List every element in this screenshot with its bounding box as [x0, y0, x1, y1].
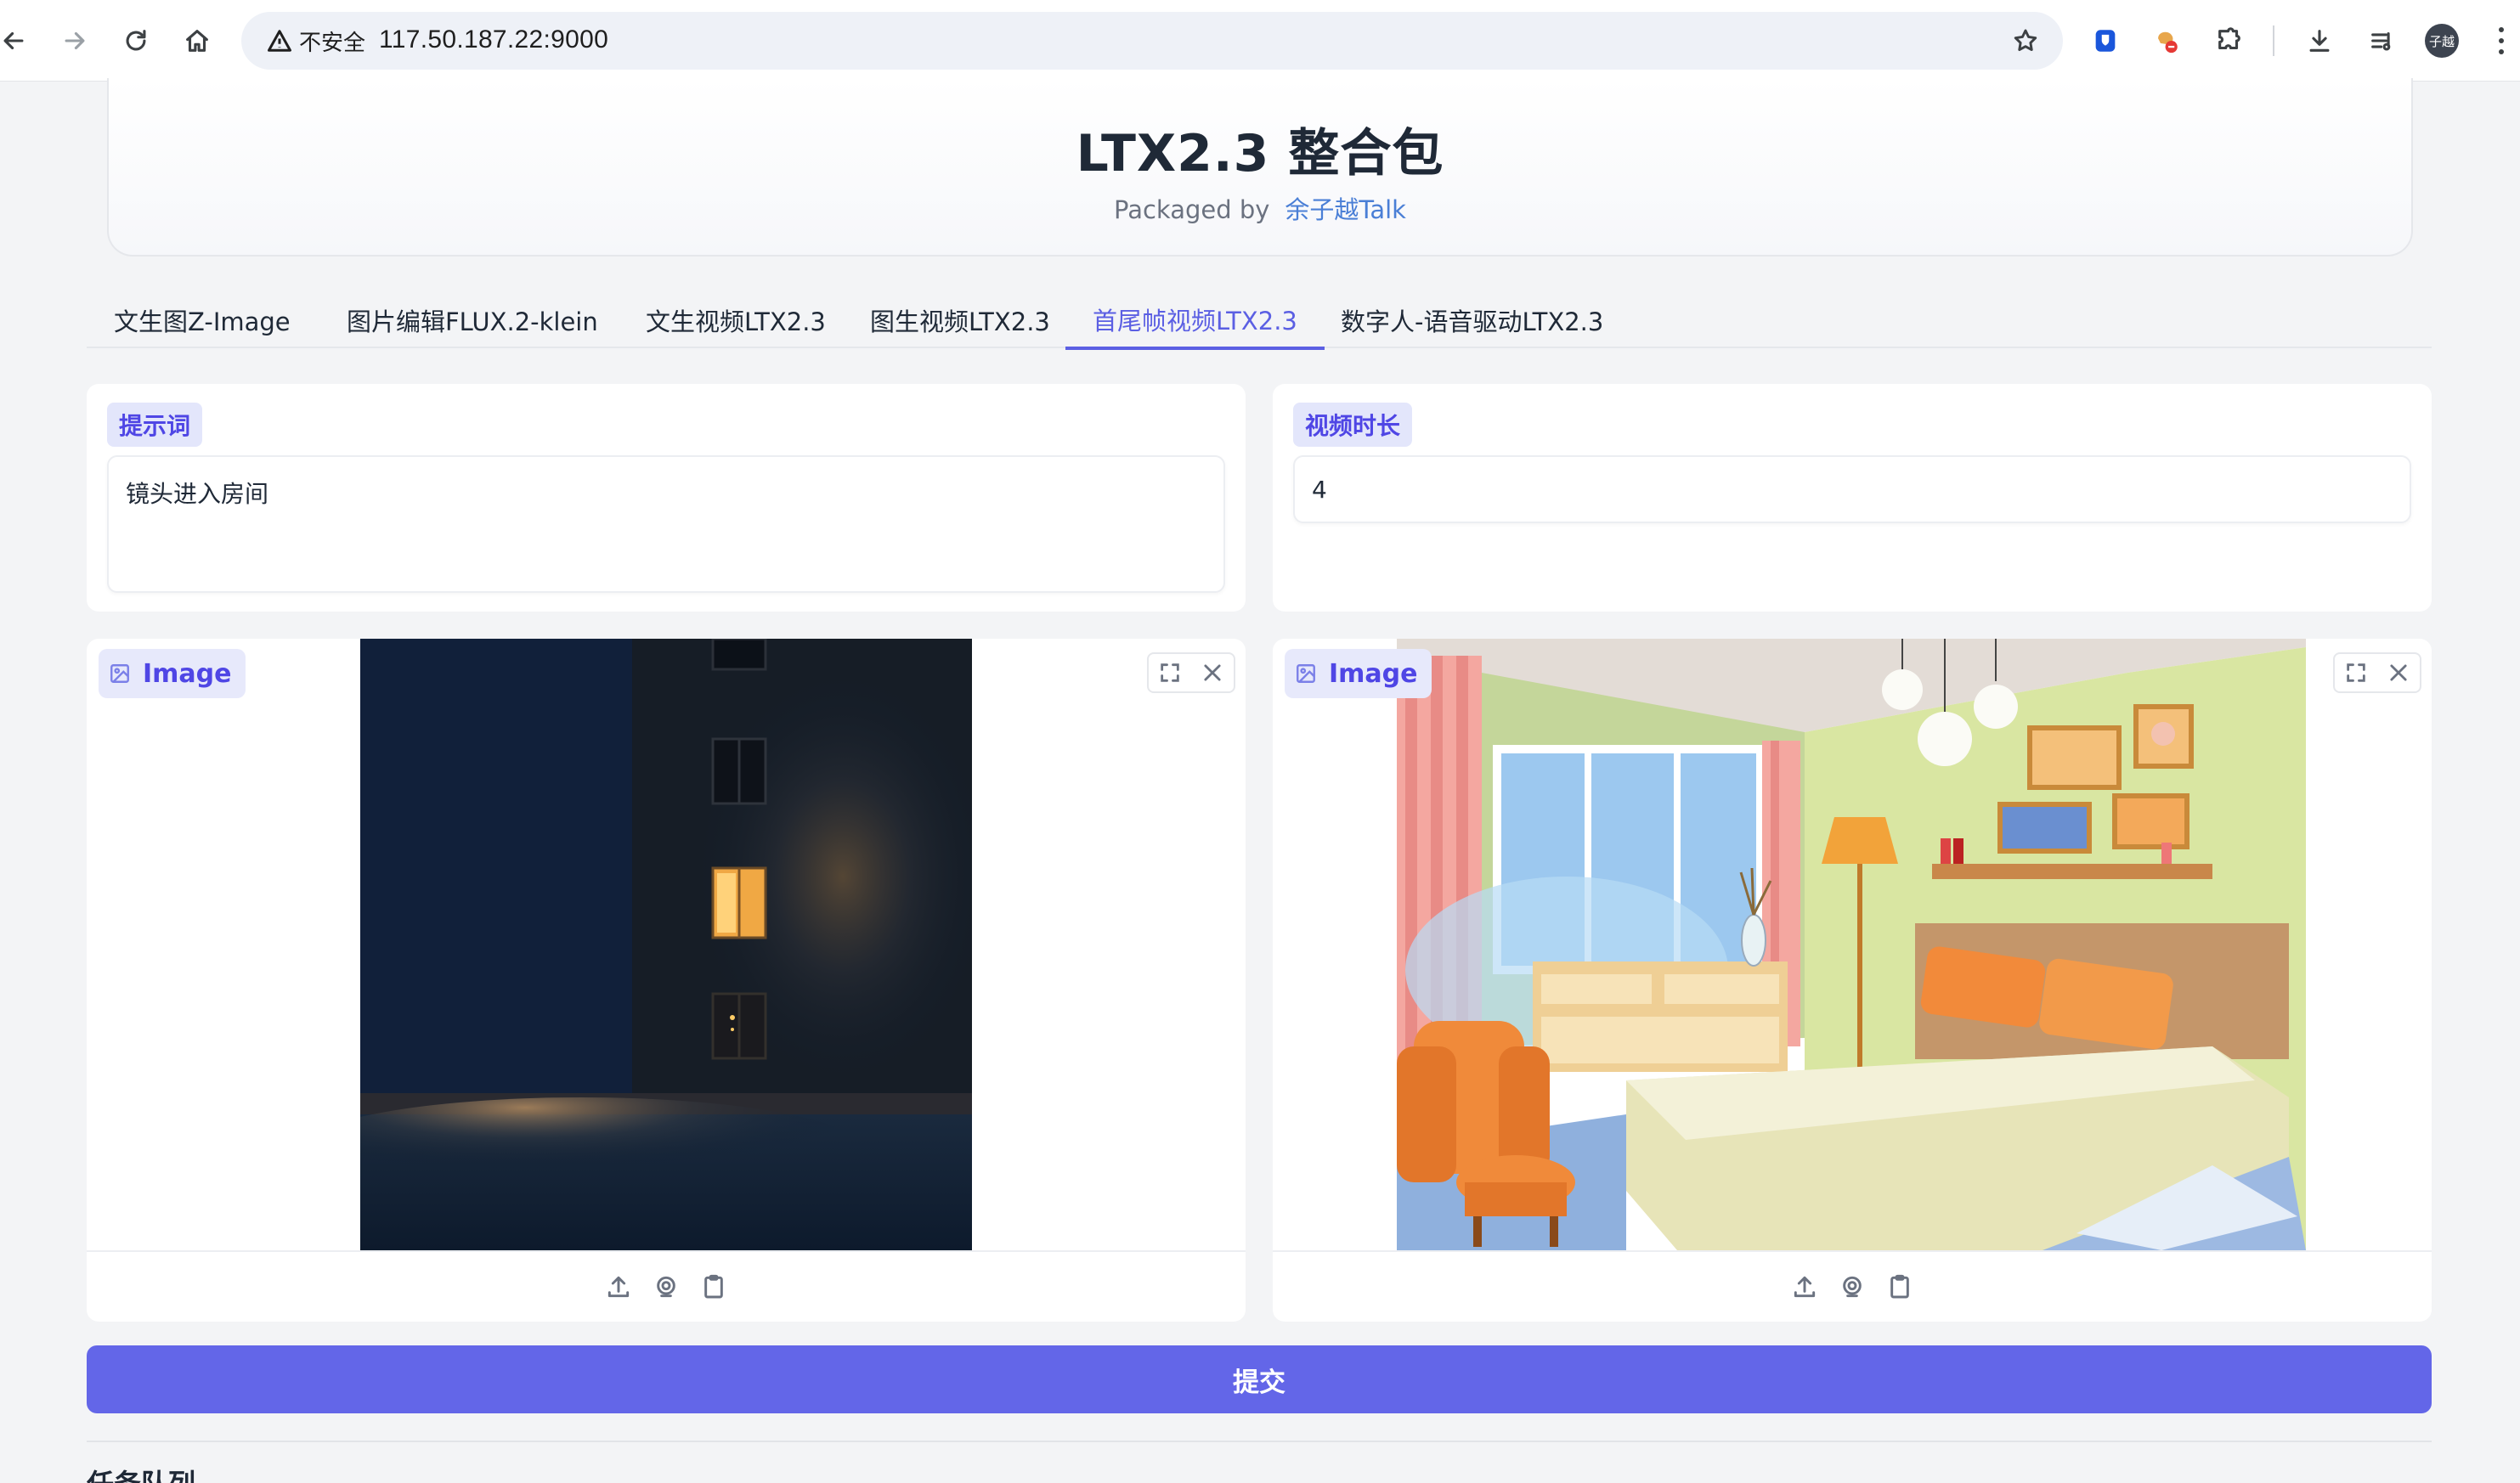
first-frame-image-area[interactable] — [87, 639, 1246, 1250]
url-text[interactable]: 117.50.187.22:9000 — [379, 25, 608, 54]
section-divider — [87, 1441, 2432, 1442]
password-manager-extension-icon[interactable] — [2085, 20, 2126, 61]
first-frame-panel: Image — [87, 639, 1246, 1322]
back-arrow-icon[interactable] — [0, 20, 34, 61]
security-indicator[interactable]: 不安全 — [257, 20, 379, 61]
first-frame-image — [360, 639, 972, 1250]
warning-triangle-icon — [268, 30, 291, 52]
task-queue-title: 任务队列 — [87, 1463, 195, 1483]
upload-icon[interactable] — [1791, 1273, 1818, 1300]
upload-icon[interactable] — [605, 1273, 632, 1300]
extension-badge-icon[interactable] — [2146, 20, 2187, 61]
media-controls-icon[interactable] — [2362, 20, 2403, 61]
tab-image-edit[interactable]: 图片编辑FLUX.2-klein — [319, 292, 625, 348]
last-frame-image-area[interactable] — [1273, 639, 2432, 1250]
home-icon[interactable] — [177, 20, 218, 61]
clipboard-icon[interactable] — [700, 1273, 727, 1300]
image-icon — [1297, 664, 1315, 683]
duration-panel: 视频时长 4 — [1273, 384, 2432, 612]
browser-menu-icon[interactable] — [2493, 24, 2510, 58]
clipboard-icon[interactable] — [1886, 1273, 1913, 1300]
last-frame-label-text: Image — [1329, 658, 1418, 689]
fullscreen-icon[interactable] — [2344, 661, 2368, 685]
last-frame-image — [1397, 639, 2306, 1250]
packaged-by-line: Packaged by 余子越Talk — [109, 190, 2411, 226]
tab-text-to-video[interactable]: 文生视频LTX2.3 — [619, 292, 853, 348]
browser-toolbar: 不安全 117.50.187.22:9000 子越 — [0, 0, 2520, 82]
page-title: LTX2.3 整合包 — [1076, 124, 1444, 183]
fullscreen-icon[interactable] — [1158, 661, 1182, 685]
close-icon[interactable] — [2387, 661, 2410, 685]
image-icon — [110, 664, 129, 683]
last-frame-controls — [2333, 652, 2421, 693]
tab-first-last-frame-video[interactable]: 首尾帧视频LTX2.3 — [1065, 292, 1325, 350]
download-icon[interactable] — [2299, 20, 2340, 61]
first-frame-source-bar — [87, 1250, 1246, 1322]
prompt-label: 提示词 — [107, 403, 203, 447]
submit-button[interactable]: 提交 — [87, 1345, 2432, 1413]
reload-icon[interactable] — [116, 20, 156, 61]
tab-bar: 文生图Z-Image 图片编辑FLUX.2-klein 文生视频LTX2.3 图… — [87, 292, 2432, 350]
last-frame-label: Image — [1285, 649, 1432, 698]
first-frame-label-text: Image — [143, 658, 232, 689]
tab-image-to-video[interactable]: 图生视频LTX2.3 — [843, 292, 1077, 348]
address-bar[interactable]: 不安全 117.50.187.22:9000 — [241, 12, 2063, 70]
bookmark-star-icon[interactable] — [2007, 22, 2044, 59]
webcam-icon[interactable] — [653, 1273, 680, 1300]
prompt-textarea[interactable]: 镜头进入房间 — [107, 455, 1225, 593]
extensions-puzzle-icon[interactable] — [2209, 20, 2250, 61]
first-frame-controls — [1147, 652, 1235, 693]
tab-digital-human[interactable]: 数字人-语音驱动LTX2.3 — [1314, 292, 1630, 348]
security-label: 不安全 — [299, 29, 366, 55]
toolbar-divider — [2273, 25, 2274, 56]
duration-input[interactable]: 4 — [1293, 455, 2411, 523]
duration-label: 视频时长 — [1293, 403, 1413, 447]
profile-avatar[interactable]: 子越 — [2425, 24, 2459, 58]
forward-arrow-icon[interactable] — [54, 20, 95, 61]
author-link[interactable]: 余子越Talk — [1285, 195, 1406, 224]
packaged-by-label: Packaged by — [1114, 195, 1270, 224]
last-frame-panel: Image — [1273, 639, 2432, 1322]
close-icon[interactable] — [1201, 661, 1224, 685]
first-frame-label: Image — [99, 649, 246, 698]
app-header: LTX2.3 整合包 Packaged by 余子越Talk — [107, 78, 2413, 257]
prompt-panel: 提示词 镜头进入房间 — [87, 384, 1246, 612]
tab-text-to-image[interactable]: 文生图Z-Image — [87, 292, 318, 348]
last-frame-source-bar — [1273, 1250, 2432, 1322]
webcam-icon[interactable] — [1839, 1273, 1866, 1300]
